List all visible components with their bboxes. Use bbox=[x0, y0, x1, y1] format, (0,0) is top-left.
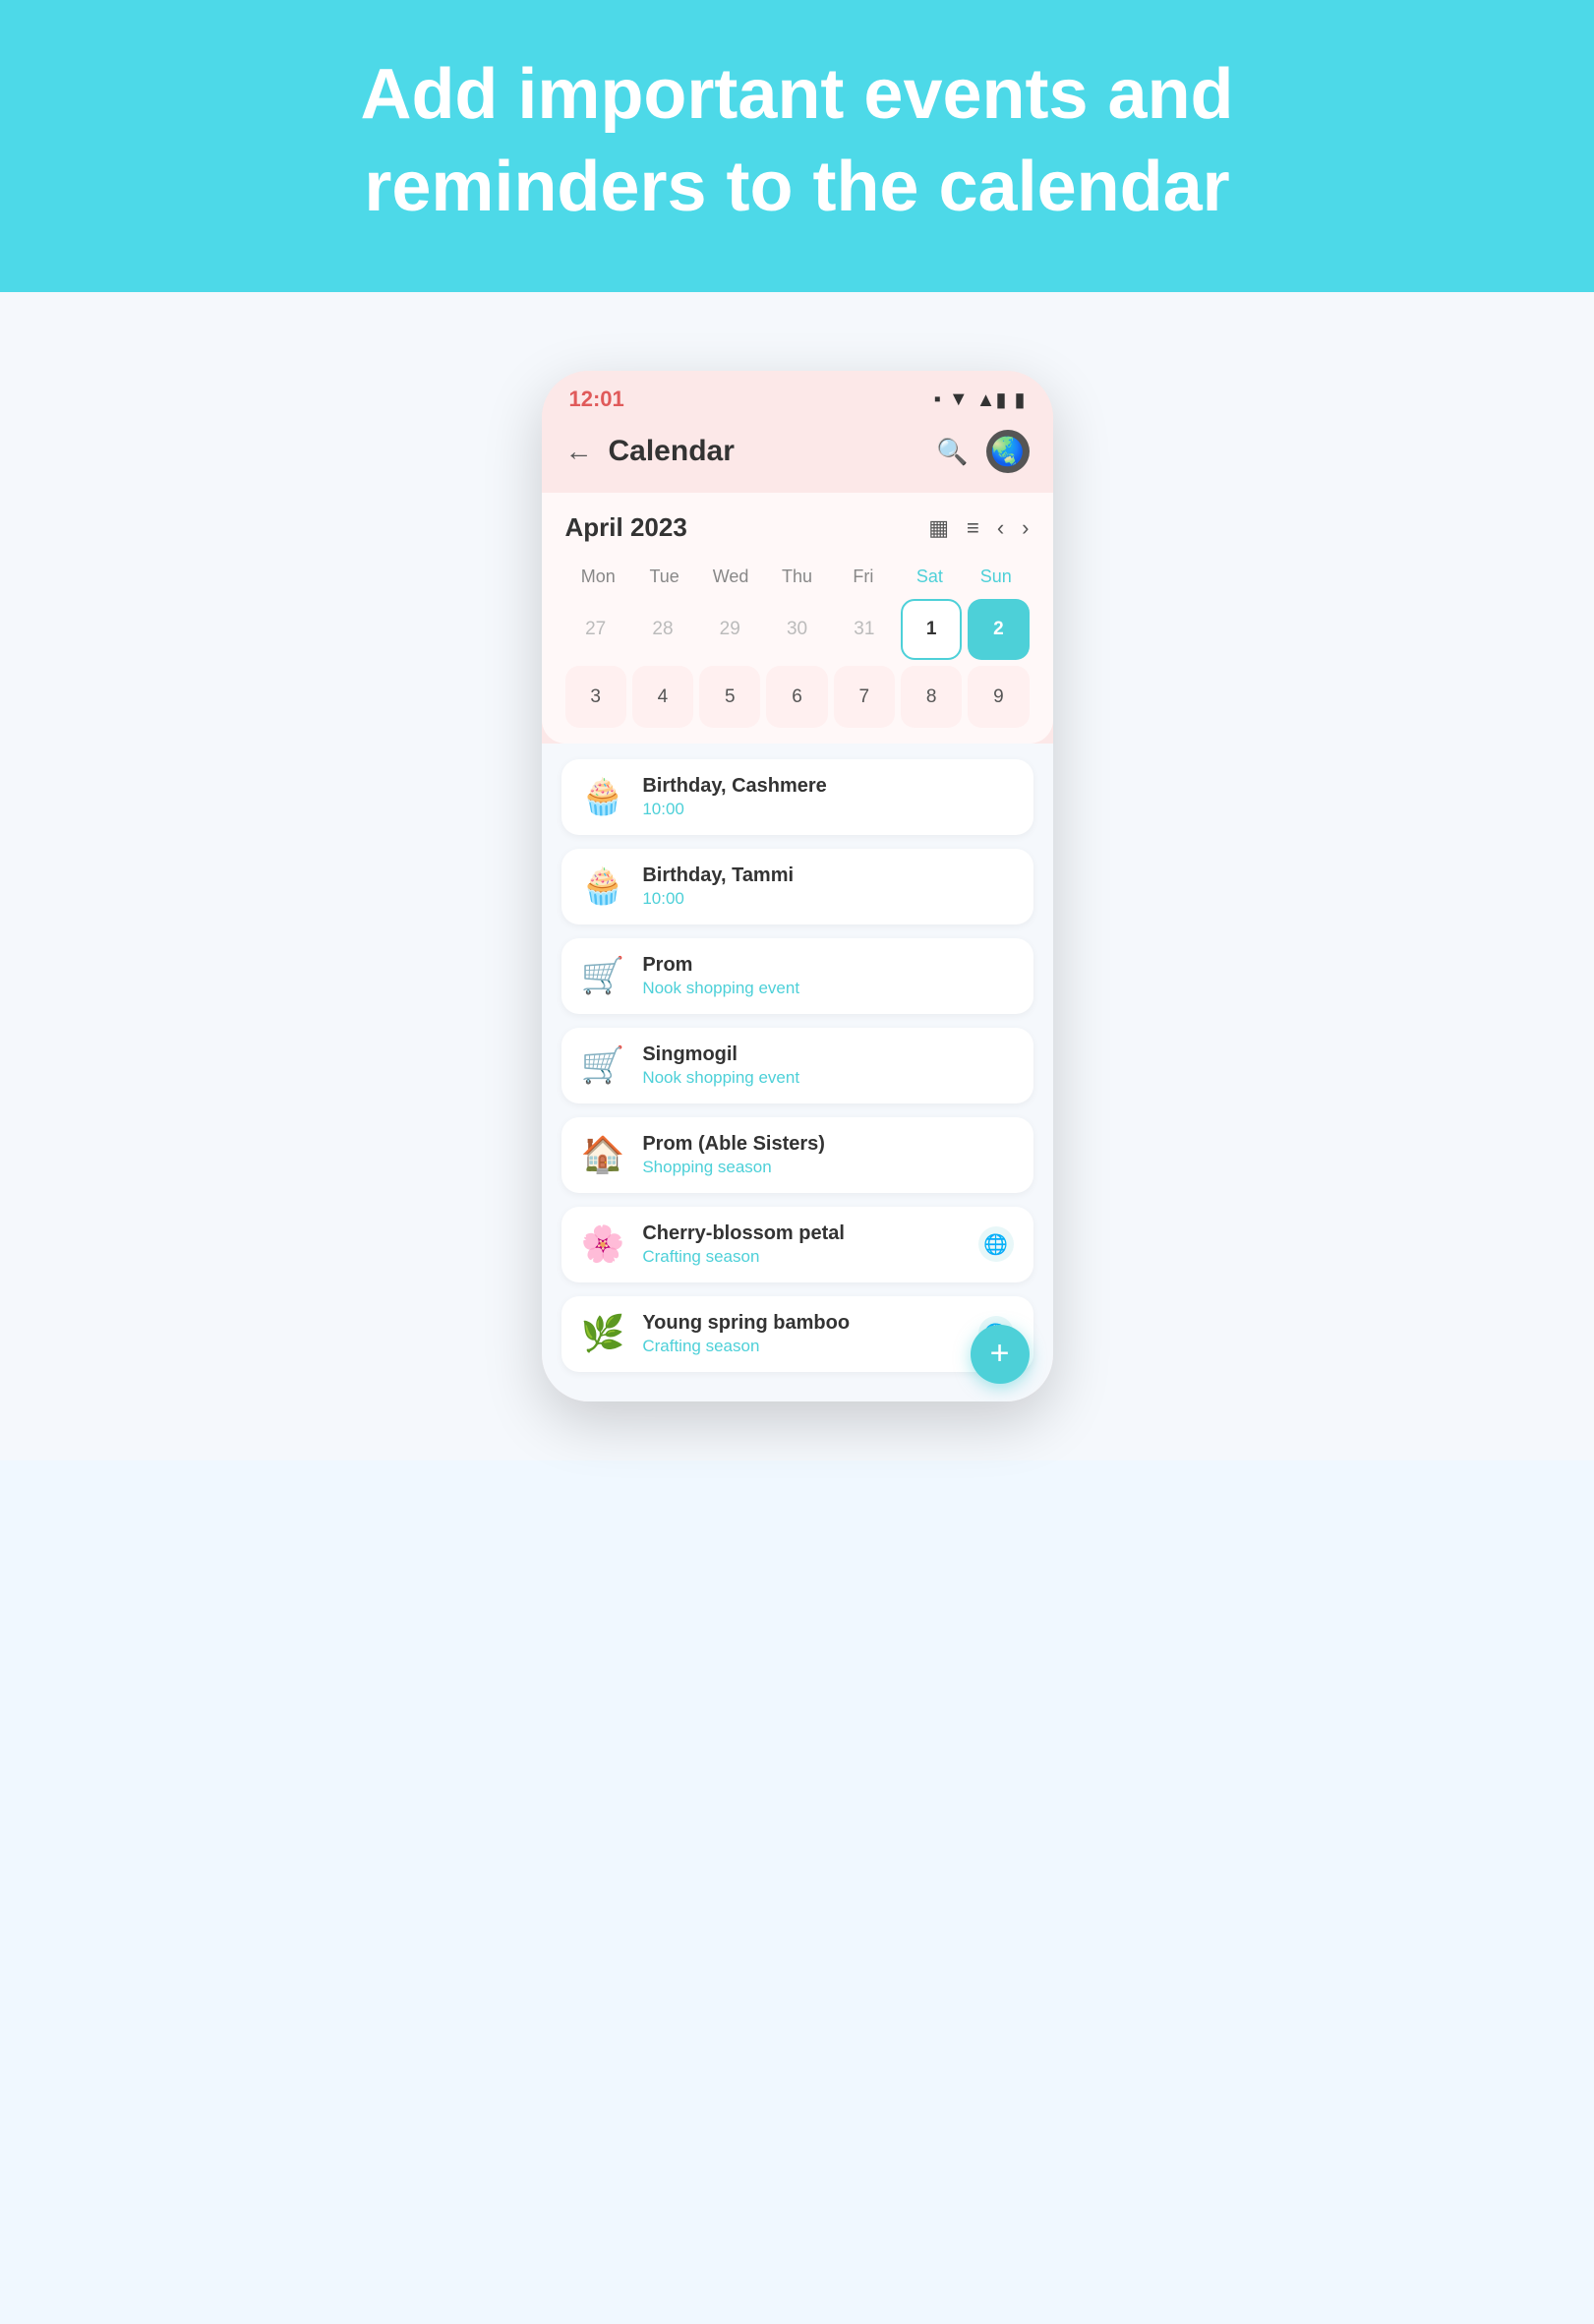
calendar-grid: 272829303112 3456789 bbox=[565, 599, 1030, 728]
calendar-prev-button[interactable]: ‹ bbox=[997, 515, 1004, 541]
calendar-day-29[interactable]: 29 bbox=[699, 599, 760, 660]
event-icon-3: 🛒 bbox=[581, 1044, 625, 1086]
phone-wrapper: 12:01 ▪ ▼ ▲▮ ▮ ← Calendar 🔍 April 2023 ▦ bbox=[0, 292, 1594, 1460]
event-list: 🧁 Birthday, Cashmere 10:00 🧁 Birthday, Tammi… bbox=[542, 744, 1053, 1401]
event-sub-5: Crafting season bbox=[642, 1247, 977, 1267]
event-sub-1: 10:00 bbox=[642, 889, 1013, 909]
event-info-3: SingmogilNook shopping event bbox=[642, 1043, 1013, 1088]
event-item-6[interactable]: 🌿Young spring bambooCrafting season🌐 bbox=[561, 1296, 1033, 1372]
day-header-mon: Mon bbox=[565, 563, 631, 591]
page-title: Calendar bbox=[609, 435, 933, 468]
event-name-2: Prom bbox=[642, 954, 1013, 977]
sim-icon: ▪ bbox=[934, 388, 941, 411]
event-icon-2: 🛒 bbox=[581, 955, 625, 996]
event-item-2[interactable]: 🛒 Prom Nook shopping event bbox=[561, 938, 1033, 1014]
calendar-header: April 2023 ▦ ≡ ‹ › bbox=[565, 512, 1030, 543]
event-icon-1: 🧁 bbox=[581, 865, 625, 907]
event-list-wrapper: 🧁 Birthday, Cashmere 10:00 🧁 Birthday, Tammi… bbox=[542, 744, 1053, 1401]
event-item-1[interactable]: 🧁 Birthday, Tammi10:00 bbox=[561, 849, 1033, 924]
event-info-2: Prom Nook shopping event bbox=[642, 954, 1013, 998]
add-event-button[interactable]: + bbox=[971, 1325, 1030, 1384]
back-button[interactable]: ← bbox=[565, 436, 593, 467]
avatar[interactable] bbox=[986, 430, 1030, 473]
calendar-day-30[interactable]: 30 bbox=[766, 599, 827, 660]
signal-icon: ▲▮ bbox=[976, 387, 1007, 412]
event-icon-0: 🧁 bbox=[581, 776, 625, 817]
calendar-day-9[interactable]: 9 bbox=[968, 666, 1029, 727]
day-header-thu: Thu bbox=[764, 563, 830, 591]
day-headers: MonTueWedThuFriSatSun bbox=[565, 563, 1030, 591]
event-info-6: Young spring bamboo Crafting season bbox=[642, 1312, 977, 1356]
calendar-day-28[interactable]: 28 bbox=[632, 599, 693, 660]
banner: Add important events and reminders to th… bbox=[0, 0, 1594, 292]
calendar-day-7[interactable]: 7 bbox=[834, 666, 895, 727]
calendar-list-icon[interactable]: ≡ bbox=[967, 515, 979, 541]
day-header-sat: Sat bbox=[897, 563, 963, 591]
header-icons: 🔍 bbox=[933, 430, 1030, 473]
event-sub-2: Nook shopping event bbox=[642, 979, 1013, 998]
calendar-day-3[interactable]: 3 bbox=[565, 666, 626, 727]
event-sub-3: Nook shopping event bbox=[642, 1068, 1013, 1088]
event-name-6: Young spring bamboo bbox=[642, 1312, 977, 1335]
calendar-day-31[interactable]: 31 bbox=[834, 599, 895, 660]
calendar-controls: ▦ ≡ ‹ › bbox=[928, 515, 1029, 541]
calendar-next-button[interactable]: › bbox=[1022, 515, 1029, 541]
event-icon-4: 🏠 bbox=[581, 1134, 625, 1175]
calendar-view-icon[interactable]: ▦ bbox=[928, 515, 949, 541]
app-header: ← Calendar 🔍 bbox=[542, 420, 1053, 493]
event-item-5[interactable]: 🌸 Cherry-blossom petalCrafting season🌐 bbox=[561, 1207, 1033, 1282]
day-header-sun: Sun bbox=[963, 563, 1029, 591]
calendar-day-2[interactable]: 2 bbox=[968, 599, 1029, 660]
day-header-fri: Fri bbox=[830, 563, 896, 591]
search-icon[interactable]: 🔍 bbox=[933, 432, 973, 471]
calendar-day-6[interactable]: 6 bbox=[766, 666, 827, 727]
calendar-day-1[interactable]: 1 bbox=[901, 599, 962, 660]
event-name-1: Birthday, Tammi bbox=[642, 864, 1013, 887]
status-time: 12:01 bbox=[569, 387, 624, 412]
banner-title: Add important events and reminders to th… bbox=[79, 49, 1515, 233]
phone-frame: 12:01 ▪ ▼ ▲▮ ▮ ← Calendar 🔍 April 2023 ▦ bbox=[542, 371, 1053, 1401]
day-header-tue: Tue bbox=[631, 563, 697, 591]
event-icon-6: 🌿 bbox=[581, 1313, 625, 1354]
event-item-3[interactable]: 🛒 SingmogilNook shopping event bbox=[561, 1028, 1033, 1103]
calendar-day-4[interactable]: 4 bbox=[632, 666, 693, 727]
event-info-4: Prom (Able Sisters) Shopping season bbox=[642, 1133, 1013, 1177]
event-info-0: Birthday, Cashmere 10:00 bbox=[642, 775, 1013, 819]
calendar-month-label: April 2023 bbox=[565, 512, 929, 543]
calendar-day-27[interactable]: 27 bbox=[565, 599, 626, 660]
event-name-0: Birthday, Cashmere bbox=[642, 775, 1013, 798]
day-header-wed: Wed bbox=[697, 563, 763, 591]
status-icons: ▪ ▼ ▲▮ ▮ bbox=[934, 387, 1026, 412]
event-name-3: Singmogil bbox=[642, 1043, 1013, 1066]
status-bar: 12:01 ▪ ▼ ▲▮ ▮ bbox=[542, 371, 1053, 420]
event-sub-6: Crafting season bbox=[642, 1337, 977, 1356]
battery-icon: ▮ bbox=[1014, 387, 1025, 412]
event-name-5: Cherry-blossom petal bbox=[642, 1222, 977, 1245]
event-item-0[interactable]: 🧁 Birthday, Cashmere 10:00 bbox=[561, 759, 1033, 835]
event-sub-4: Shopping season bbox=[642, 1158, 1013, 1177]
calendar-day-5[interactable]: 5 bbox=[699, 666, 760, 727]
event-info-1: Birthday, Tammi10:00 bbox=[642, 864, 1013, 909]
event-badge-5: 🌐 bbox=[978, 1226, 1014, 1262]
calendar-section: April 2023 ▦ ≡ ‹ › MonTueWedThuFriSatSun… bbox=[542, 493, 1053, 744]
event-name-4: Prom (Able Sisters) bbox=[642, 1133, 1013, 1156]
event-icon-5: 🌸 bbox=[581, 1223, 625, 1265]
event-item-4[interactable]: 🏠 Prom (Able Sisters) Shopping season bbox=[561, 1117, 1033, 1193]
wifi-icon: ▼ bbox=[949, 388, 969, 411]
event-sub-0: 10:00 bbox=[642, 800, 1013, 819]
event-info-5: Cherry-blossom petalCrafting season bbox=[642, 1222, 977, 1267]
calendar-day-8[interactable]: 8 bbox=[901, 666, 962, 727]
